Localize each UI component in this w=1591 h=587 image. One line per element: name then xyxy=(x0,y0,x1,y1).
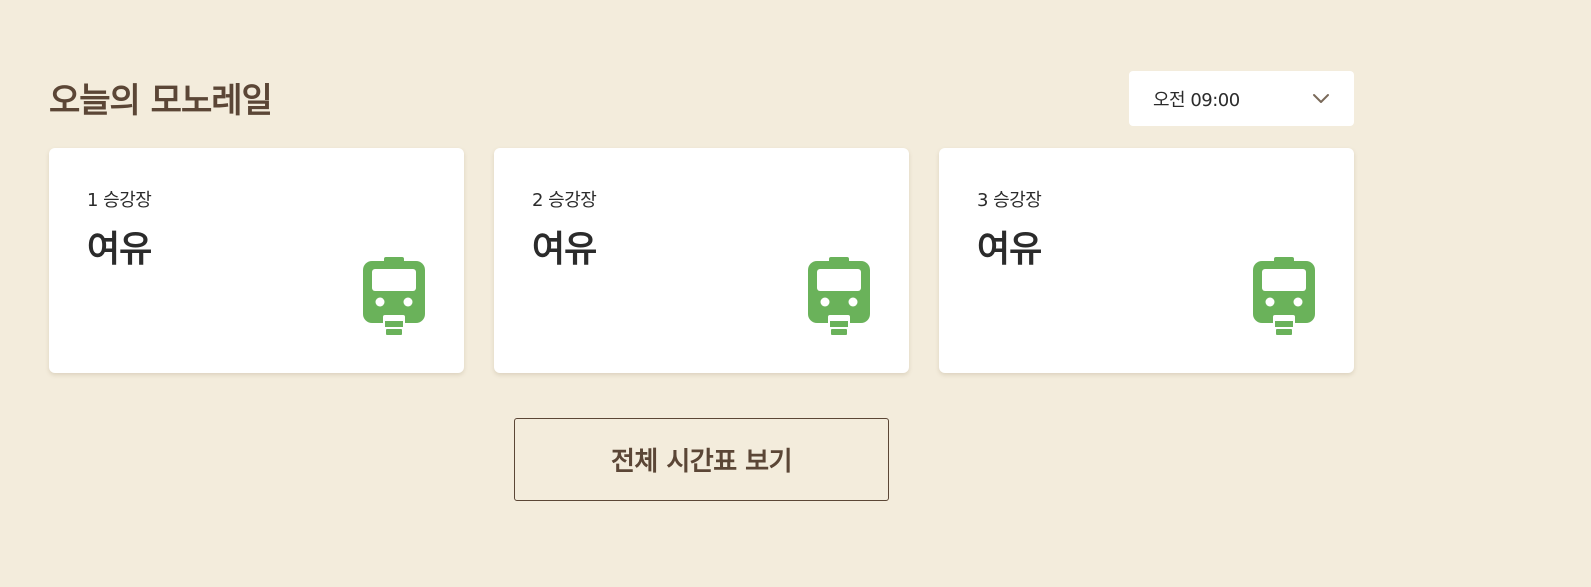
platform-status: 여유 xyxy=(532,229,597,270)
platform-status: 여유 xyxy=(87,229,152,270)
platform-label: 3 승강장 xyxy=(977,190,1042,211)
time-select-dropdown[interactable]: 오전 09:00 xyxy=(1129,71,1354,126)
platform-label: 1 승강장 xyxy=(87,190,152,211)
view-full-timetable-button[interactable]: 전체 시간표 보기 xyxy=(514,418,889,501)
time-select-value: 오전 09:00 xyxy=(1153,89,1240,111)
train-icon xyxy=(363,257,425,335)
platform-label: 2 승강장 xyxy=(532,190,597,211)
train-icon xyxy=(1253,257,1315,335)
page-title: 오늘의 모노레일 xyxy=(49,81,273,121)
platform-card-2[interactable]: 2 승강장 여유 xyxy=(494,148,909,373)
platform-card-3[interactable]: 3 승강장 여유 xyxy=(939,148,1354,373)
train-icon xyxy=(808,257,870,335)
platform-status: 여유 xyxy=(977,229,1042,270)
chevron-down-icon xyxy=(1312,90,1330,108)
platform-card-1[interactable]: 1 승강장 여유 xyxy=(49,148,464,373)
monorail-page: 오늘의 모노레일 오전 09:00 1 승강장 여유 2 승강장 여유 3 승강… xyxy=(0,0,1591,587)
